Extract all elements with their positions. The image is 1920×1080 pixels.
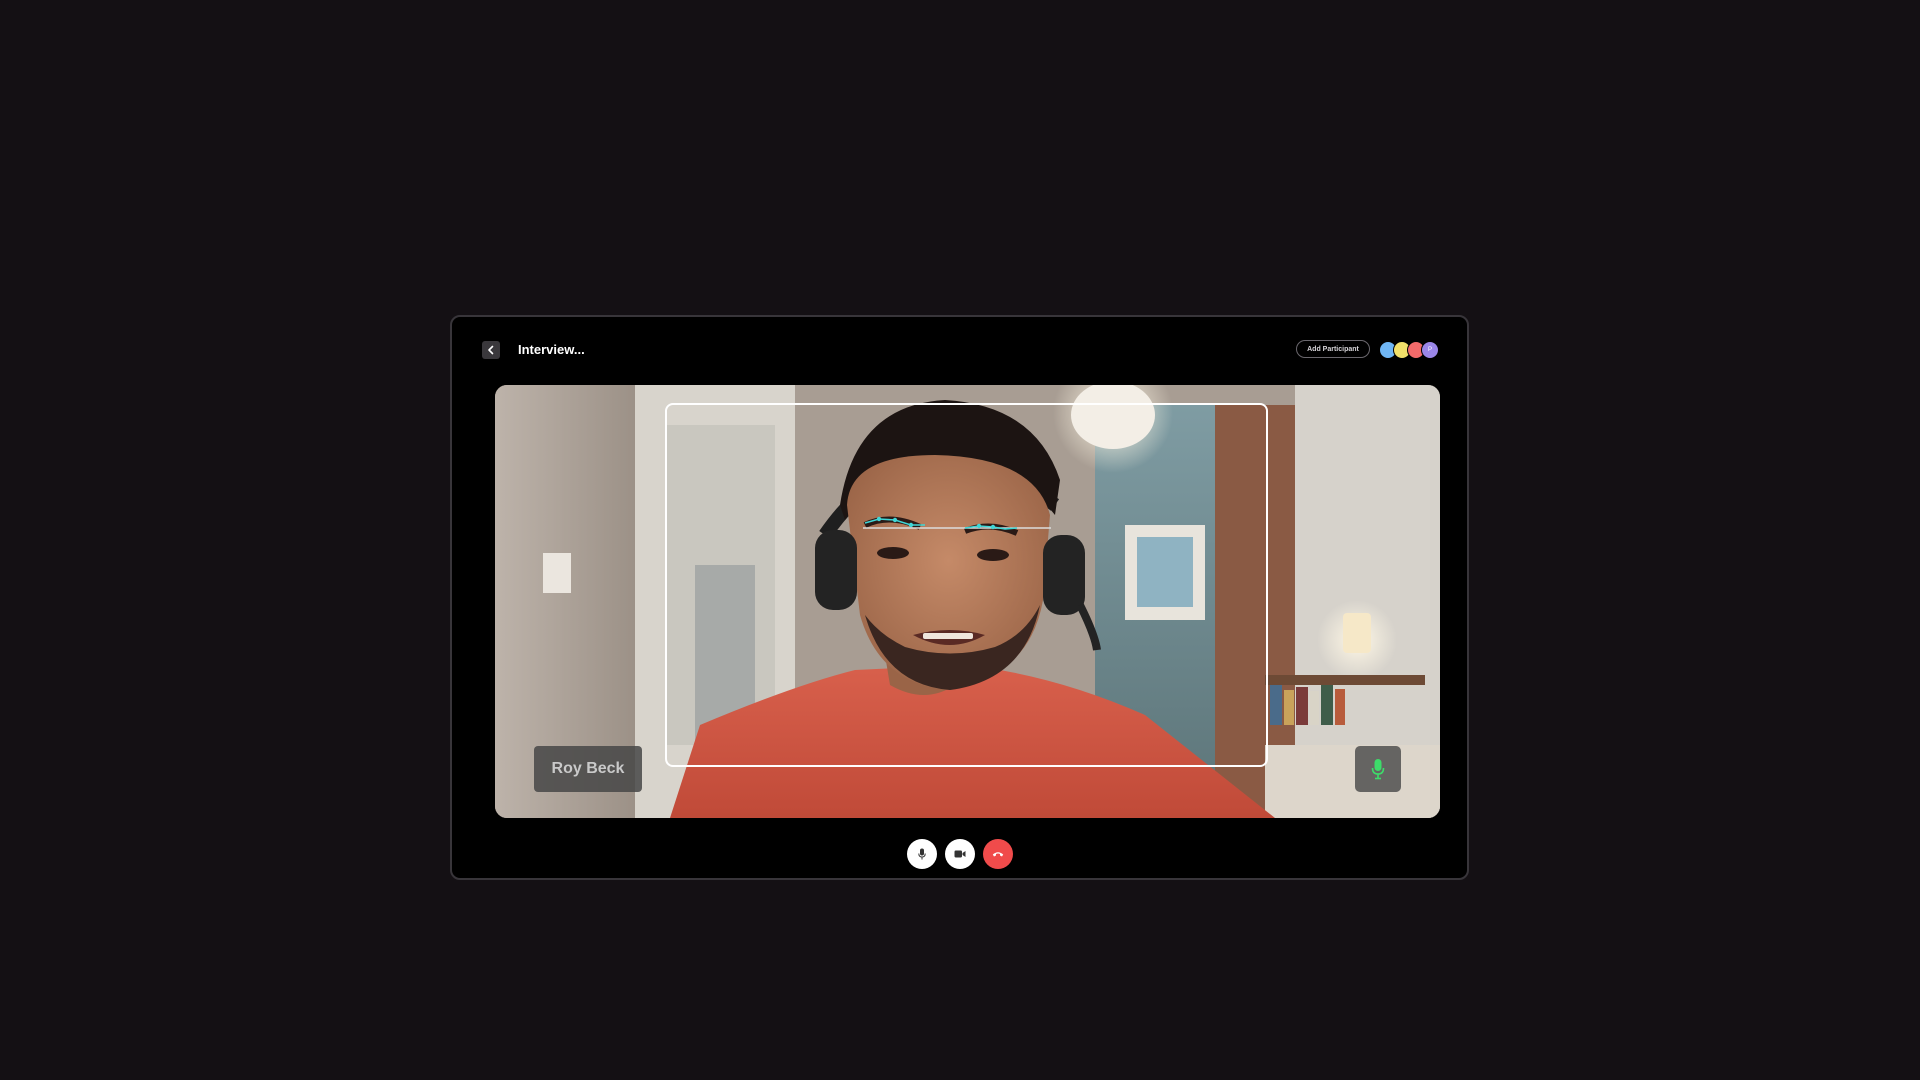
speaker-name-tag: Roy Beck (534, 746, 642, 792)
hang-up-icon (992, 852, 1004, 857)
end-call-button[interactable] (983, 839, 1013, 869)
avatar[interactable]: P (1421, 341, 1439, 359)
video-call-window: Interview... Add Participant P Roy Beck (450, 315, 1469, 880)
microphone-icon (918, 848, 926, 860)
participant-avatars: P (1379, 341, 1439, 359)
call-header: Interview... Add Participant P (452, 317, 1467, 387)
meeting-title: Interview... (518, 342, 585, 357)
call-controls (907, 839, 1021, 869)
video-camera-icon (954, 850, 966, 858)
back-button[interactable] (482, 341, 500, 359)
main-video-feed: Roy Beck (495, 385, 1440, 818)
camera-button[interactable] (945, 839, 975, 869)
speaker-mic-indicator (1355, 746, 1401, 792)
microphone-icon (1371, 759, 1385, 780)
add-participant-button[interactable]: Add Participant (1296, 340, 1370, 358)
mute-button[interactable] (907, 839, 937, 869)
chevron-left-icon (488, 345, 494, 355)
